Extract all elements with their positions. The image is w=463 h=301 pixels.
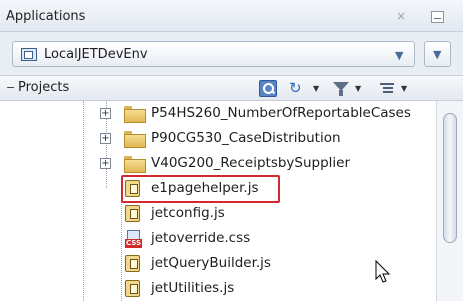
filter-icon[interactable] [332, 80, 350, 97]
close-icon[interactable]: × [396, 9, 406, 23]
list-options-icon[interactable] [379, 80, 397, 97]
js-file-icon [125, 280, 140, 297]
list-dropdown-icon[interactable]: ▼ [401, 84, 407, 93]
css-file-icon: CSS [125, 230, 143, 248]
folder-icon [124, 106, 146, 123]
js-file-icon [125, 255, 140, 272]
tree-file-row[interactable]: CSS jetoverride.css [0, 226, 436, 251]
scroll-thumb[interactable] [443, 113, 457, 243]
vertical-scrollbar[interactable] [436, 101, 463, 301]
css-badge: CSS [125, 239, 143, 248]
expand-icon[interactable]: + [100, 158, 111, 169]
file-label: jetUtilities.js [151, 280, 235, 296]
js-file-icon [125, 205, 140, 222]
file-label: jetoverride.css [151, 230, 251, 246]
expand-icon[interactable]: + [100, 133, 111, 144]
folder-icon [124, 131, 146, 148]
chevron-down-icon: ▼ [433, 48, 442, 61]
tree-folder-row[interactable]: + P54HS260_NumberOfReportableCases [0, 101, 436, 126]
panel-title: Applications [6, 9, 86, 24]
sync-dropdown-icon[interactable]: ▼ [313, 84, 319, 93]
tree-folder-row[interactable]: + V40G200_ReceiptsbySupplier [0, 151, 436, 176]
folder-label: V40G200_ReceiptsbySupplier [151, 155, 351, 171]
filter-dropdown-icon[interactable]: ▼ [355, 84, 361, 93]
application-select-value: LocalJETDevEnv [44, 47, 148, 62]
tree-file-row[interactable]: jetQueryBuilder.js [0, 251, 436, 276]
expand-icon[interactable]: + [100, 108, 111, 119]
application-selector-row: LocalJETDevEnv ▼ ▼ [0, 35, 463, 71]
projects-label: Projects [18, 80, 70, 95]
collapse-toggle-icon[interactable]: − [6, 81, 15, 94]
tree-folder-row[interactable]: + P90CG530_CaseDistribution [0, 126, 436, 151]
folder-label: P54HS260_NumberOfReportableCases [151, 105, 411, 121]
application-select[interactable]: LocalJETDevEnv ▼ [12, 41, 415, 67]
application-icon [21, 48, 37, 61]
application-menu-button[interactable]: ▼ [424, 41, 451, 67]
selection-highlight [121, 175, 280, 203]
minimize-icon[interactable] [431, 11, 444, 23]
panel-title-bar: Applications × [0, 0, 463, 32]
file-label: jetconfig.js [151, 205, 225, 221]
projects-header: − Projects ↻ ▼ ▼ ▼ [0, 75, 463, 101]
chevron-down-icon[interactable]: ▼ [395, 49, 403, 62]
tree-file-row[interactable]: jetUtilities.js [0, 276, 436, 301]
tree-file-row[interactable]: jetconfig.js [0, 201, 436, 226]
folder-label: P90CG530_CaseDistribution [151, 130, 341, 146]
folder-icon [124, 156, 146, 173]
file-label: jetQueryBuilder.js [151, 255, 271, 271]
sync-icon[interactable]: ↻ [289, 79, 307, 97]
search-icon[interactable] [259, 80, 277, 97]
mouse-cursor-icon [375, 260, 391, 283]
